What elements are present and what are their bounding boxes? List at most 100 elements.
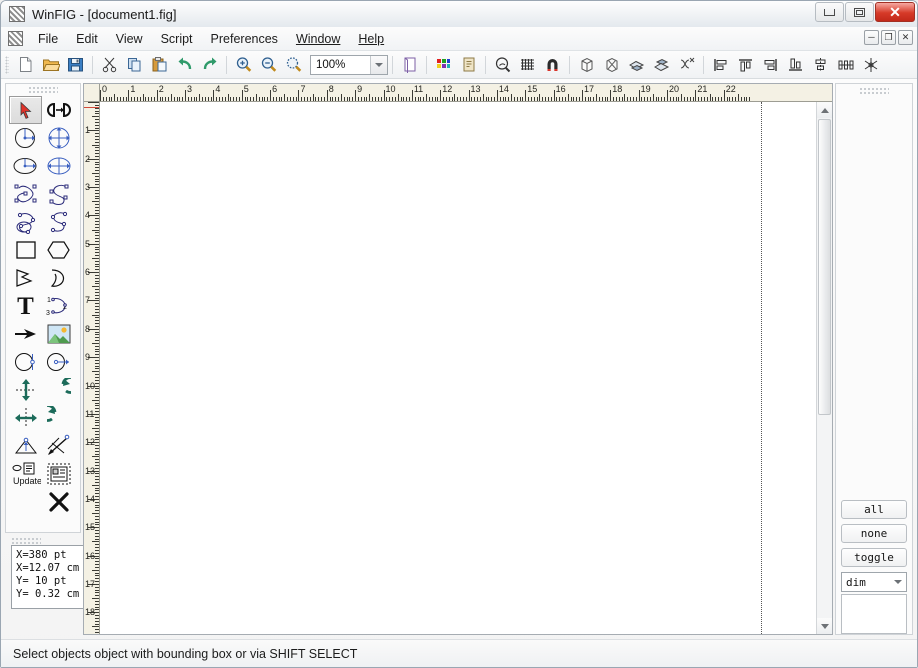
- tool-polyline[interactable]: [9, 264, 42, 292]
- zoom-level-combo[interactable]: 100%: [310, 55, 388, 75]
- minimize-button[interactable]: [815, 2, 844, 22]
- tool-image[interactable]: [42, 320, 75, 348]
- align-left-button[interactable]: [709, 53, 732, 76]
- ungroup-button[interactable]: [600, 53, 623, 76]
- menu-item-file[interactable]: File: [29, 29, 67, 49]
- paste-button[interactable]: [148, 53, 171, 76]
- send-back-button[interactable]: [650, 53, 673, 76]
- layer-mode-dropdown-button[interactable]: [890, 573, 906, 591]
- tool-point-link[interactable]: [42, 96, 75, 124]
- mdi-close-button[interactable]: ✕: [898, 30, 913, 45]
- scroll-up-button[interactable]: [817, 102, 832, 118]
- distribute-h-button[interactable]: [834, 53, 857, 76]
- menu-item-help[interactable]: Help: [349, 29, 393, 49]
- tool-circle-move[interactable]: [42, 348, 75, 376]
- ruler-tick: [95, 150, 99, 151]
- tool-update[interactable]: Update: [9, 460, 42, 488]
- tool-spline-closed[interactable]: [9, 180, 42, 208]
- zoom-fit-button[interactable]: [282, 53, 305, 76]
- tool-shear[interactable]: [42, 432, 75, 460]
- menu-item-window[interactable]: Window: [287, 29, 349, 49]
- tool-select-arrow[interactable]: [9, 96, 42, 124]
- menu-item-view[interactable]: View: [107, 29, 152, 49]
- tool-numbered-points[interactable]: 123: [42, 292, 75, 320]
- select-none-button[interactable]: none: [841, 524, 907, 543]
- drawing-canvas[interactable]: [100, 102, 816, 634]
- tool-rotate-ccw[interactable]: [42, 376, 75, 404]
- mdi-minimize-button[interactable]: ─: [864, 30, 879, 45]
- toolbar-grip[interactable]: [5, 56, 9, 74]
- align-top-button[interactable]: [734, 53, 757, 76]
- tool-circle-diameter[interactable]: [42, 124, 75, 152]
- select-all-button[interactable]: all: [841, 500, 907, 519]
- tool-text[interactable]: T: [9, 292, 42, 320]
- find-button[interactable]: [491, 53, 514, 76]
- scroll-down-button[interactable]: [817, 618, 832, 634]
- undo-button[interactable]: [173, 53, 196, 76]
- cut-path-button[interactable]: [675, 53, 698, 76]
- tool-edit-properties[interactable]: [42, 460, 75, 488]
- tool-rectangle[interactable]: [9, 236, 42, 264]
- tool-ellipse-diameter[interactable]: [42, 152, 75, 180]
- tool-flip-horizontal[interactable]: [9, 404, 42, 432]
- menu-item-edit[interactable]: Edit: [67, 29, 107, 49]
- color-palette-button[interactable]: [432, 53, 455, 76]
- copy-button[interactable]: [123, 53, 146, 76]
- ruler-tick: [520, 97, 521, 101]
- ruler-tick: [375, 97, 376, 101]
- ruler-tick: [95, 153, 99, 154]
- align-right-button[interactable]: [759, 53, 782, 76]
- tool-ellipse-radius[interactable]: [9, 152, 42, 180]
- palette-grip[interactable]: [28, 86, 58, 94]
- layer-list[interactable]: [841, 594, 907, 634]
- tool-flip-vertical[interactable]: [9, 376, 42, 404]
- distribute-v-button[interactable]: [859, 53, 882, 76]
- zoom-out-button[interactable]: [257, 53, 280, 76]
- vertical-scrollbar[interactable]: [816, 102, 832, 634]
- zoom-in-button[interactable]: [232, 53, 255, 76]
- tool-interp-spline-open[interactable]: [42, 208, 75, 236]
- tool-scale[interactable]: [9, 432, 42, 460]
- ruler-label: 6: [272, 84, 277, 94]
- align-bottom-button[interactable]: [784, 53, 807, 76]
- zoom-dropdown-button[interactable]: [370, 56, 387, 74]
- tool-polygon[interactable]: [42, 236, 75, 264]
- tool-arrowhead[interactable]: [9, 320, 42, 348]
- close-button[interactable]: ✕: [875, 2, 915, 22]
- tool-arc[interactable]: [42, 264, 75, 292]
- main-toolbar: 100%: [1, 51, 917, 79]
- menu-item-script[interactable]: Script: [152, 29, 202, 49]
- layer-mode-value[interactable]: dim: [842, 576, 890, 589]
- tool-interp-spline-closed[interactable]: [9, 208, 42, 236]
- cut-button[interactable]: [98, 53, 121, 76]
- vertical-ruler[interactable]: 123456789101112131415161718: [84, 102, 100, 634]
- tool-rotate-cw[interactable]: [42, 404, 75, 432]
- align-center-h-button[interactable]: [809, 53, 832, 76]
- tool-spline-open[interactable]: [42, 180, 75, 208]
- bring-front-button[interactable]: [625, 53, 648, 76]
- open-button[interactable]: [39, 53, 62, 76]
- select-toggle-button[interactable]: toggle: [841, 548, 907, 567]
- save-button[interactable]: [64, 53, 87, 76]
- page-setup-button[interactable]: [398, 53, 421, 76]
- tool-circle-edit[interactable]: [9, 348, 42, 376]
- new-button[interactable]: [14, 53, 37, 76]
- tool-delete[interactable]: [42, 488, 75, 516]
- restore-button[interactable]: [845, 2, 874, 22]
- zoom-level-value[interactable]: 100%: [311, 59, 370, 71]
- menu-item-preferences[interactable]: Preferences: [202, 29, 287, 49]
- mdi-restore-button[interactable]: ❐: [881, 30, 896, 45]
- horizontal-ruler[interactable]: 012345678910111213141516171819202122: [100, 84, 832, 102]
- scrollbar-thumb[interactable]: [818, 119, 831, 415]
- ruler-tick: [247, 97, 248, 101]
- tool-circle-radius[interactable]: [9, 124, 42, 152]
- magnet-snap-button[interactable]: [541, 53, 564, 76]
- ruler-label: 5: [244, 84, 249, 94]
- coordbox-grip[interactable]: [11, 537, 41, 544]
- properties-button[interactable]: [457, 53, 480, 76]
- redo-button[interactable]: [198, 53, 221, 76]
- group-button[interactable]: [575, 53, 598, 76]
- panel-grip[interactable]: [859, 87, 889, 95]
- grid-button[interactable]: [516, 53, 539, 76]
- layer-mode-dropdown[interactable]: dim: [841, 572, 907, 592]
